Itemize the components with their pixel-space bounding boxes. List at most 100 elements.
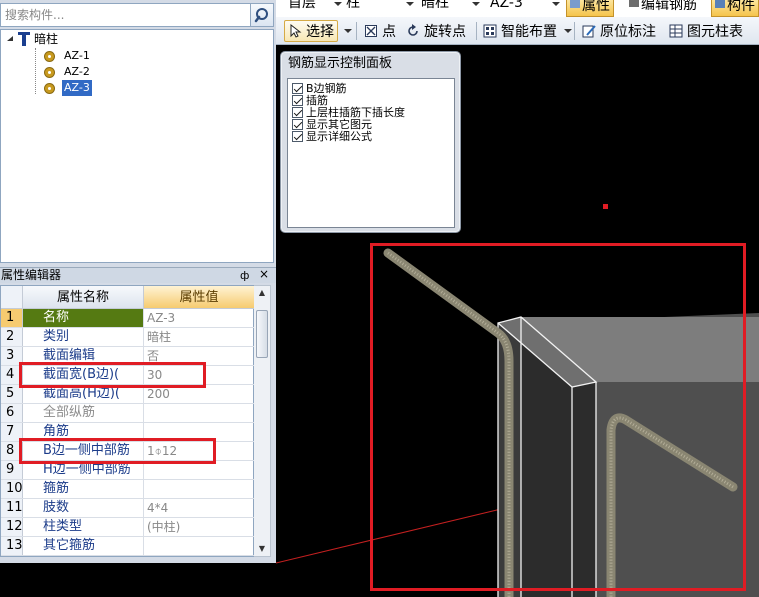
properties-button[interactable]: 属性 [566,0,614,17]
chevron-down-icon[interactable] [564,29,572,35]
element-subtype-dropdown[interactable]: 暗柱 [421,0,449,11]
tree-item[interactable]: AZ-2 [44,64,92,80]
property-grid-scrollbar[interactable]: ▲ ▼ [254,285,271,557]
gear-icon [44,67,55,78]
property-value[interactable] [144,537,254,555]
smart-layout-icon [483,24,497,38]
tree-root-label: 暗柱 [34,32,59,46]
pin-icon[interactable]: ф [240,268,249,283]
property-value[interactable]: 1⌽12 [144,442,254,460]
checkbox[interactable] [292,106,303,118]
rebar-display-control-panel: 钢筋显示控制面板 B边钢筋 插筋 上层柱插筋下插长度 显示其它图元 显示详细公式 [280,51,461,233]
property-row[interactable]: 12 柱类型 (中柱) [1,518,254,537]
property-value[interactable]: 暗柱 [144,328,254,346]
property-value[interactable]: 否 [144,347,254,365]
tree-item[interactable]: AZ-1 [44,48,92,64]
chevron-down-icon[interactable] [334,2,342,6]
edit-rebar-button-label: 编辑钢筋 [641,0,697,13]
property-value[interactable] [144,480,254,498]
rebar-option[interactable]: 上层柱插筋下插长度 [292,106,405,118]
search-button[interactable] [251,3,274,27]
property-name: 截面宽(B边)( [23,366,144,384]
search-input[interactable] [1,4,250,26]
row-number: 12 [1,518,23,536]
property-value[interactable]: (中柱) [144,518,254,536]
point-button[interactable]: 点 [364,20,396,42]
property-value[interactable] [144,461,254,479]
element-type-dropdown[interactable]: 柱 [346,0,360,11]
rebar-panel-title: 钢筋显示控制面板 [288,56,393,71]
property-name: H边一侧中部筋 [23,461,144,479]
close-icon[interactable]: × [259,267,269,282]
property-row[interactable]: 7 角筋 [1,423,254,442]
select-button-label: 选择 [306,24,334,40]
rebar-option[interactable]: 插筋 [292,94,328,106]
scroll-up-icon[interactable]: ▲ [254,286,270,300]
checkbox[interactable] [292,94,303,106]
property-row[interactable]: 3 截面编辑 否 [1,347,254,366]
rebar-option[interactable]: 显示其它图元 [292,118,372,130]
scroll-down-icon[interactable]: ▼ [254,542,270,556]
3d-viewport[interactable]: 钢筋显示控制面板 B边钢筋 插筋 上层柱插筋下插长度 显示其它图元 显示详细公式 [276,45,759,597]
rotate-point-button[interactable]: 旋转点 [406,20,466,42]
component-tree: 暗柱 AZ-1 AZ-2 AZ-3 [0,29,274,263]
property-value[interactable] [144,404,254,422]
row-number: 4 [1,366,23,384]
smart-layout-button[interactable]: 智能布置 [483,20,557,42]
edit-rebar-button[interactable]: 编辑钢筋 [626,0,700,17]
property-row[interactable]: 5 截面高(H边)( 200 [1,385,254,404]
checkbox[interactable] [292,130,303,142]
property-value[interactable] [144,423,254,441]
property-value[interactable]: AZ-3 [144,309,254,327]
row-number: 6 [1,404,23,422]
property-row[interactable]: 4 截面宽(B边)( 30 [1,366,254,385]
toolbar-separator [574,22,575,40]
row-number: 2 [1,328,23,346]
top-toolbar: 首层 柱 暗柱 AZ-3 属性 编辑钢筋 构件 [276,0,759,17]
drawing-toolbar: 选择 点 旋转点 智能布置 原位标注 图元柱表 [276,17,759,45]
row-number: 1 [1,309,23,327]
member-dropdown[interactable]: AZ-3 [490,0,523,11]
tree-item-label: AZ-3 [62,80,92,96]
property-row[interactable]: 13 其它箍筋 [1,537,254,556]
in-situ-label-button[interactable]: 原位标注 [582,20,656,42]
rebar-option[interactable]: B边钢筋 [292,82,347,94]
property-value[interactable]: 30 [144,366,254,384]
point-icon [365,25,377,37]
chevron-down-icon[interactable] [406,2,414,6]
collapse-triangle-icon[interactable] [5,34,15,44]
toolbar-separator [356,22,357,40]
property-row[interactable]: 6 全部纵筋 [1,404,254,423]
bottom-panel [0,563,276,597]
property-row[interactable]: 8 B边一侧中部筋 1⌽12 [1,442,254,461]
element-column-table-button[interactable]: 图元柱表 [669,20,743,42]
row-number: 9 [1,461,23,479]
chevron-down-icon[interactable] [552,2,560,6]
property-value[interactable]: 200 [144,385,254,403]
member-list-button[interactable]: 构件 [711,0,759,17]
chevron-down-icon[interactable] [472,2,480,6]
property-row[interactable]: 1 名称 AZ-3 [1,309,254,328]
in-situ-label-button-label: 原位标注 [600,24,656,40]
tree-connector [35,48,36,94]
properties-button-label: 属性 [582,0,610,14]
property-row[interactable]: 11 肢数 4*4 [1,499,254,518]
floor-dropdown[interactable]: 首层 [288,0,316,11]
rebar-option[interactable]: 显示详细公式 [292,130,372,142]
property-row[interactable]: 10 箍筋 [1,480,254,499]
property-name: 截面编辑 [23,347,144,365]
property-row[interactable]: 9 H边一侧中部筋 [1,461,254,480]
checkbox[interactable] [292,82,303,94]
tree-item-selected[interactable]: AZ-3 [44,80,92,96]
tree-root-row[interactable]: 暗柱 [5,31,60,47]
row-number: 13 [1,537,23,555]
property-name: 角筋 [23,423,144,441]
chevron-down-icon[interactable] [344,29,352,35]
property-value[interactable]: 4*4 [144,499,254,517]
row-number: 5 [1,385,23,403]
scroll-thumb[interactable] [256,310,268,358]
select-button[interactable]: 选择 [284,20,338,42]
column-type-icon [18,32,30,46]
checkbox[interactable] [292,118,303,130]
property-row[interactable]: 2 类别 暗柱 [1,328,254,347]
